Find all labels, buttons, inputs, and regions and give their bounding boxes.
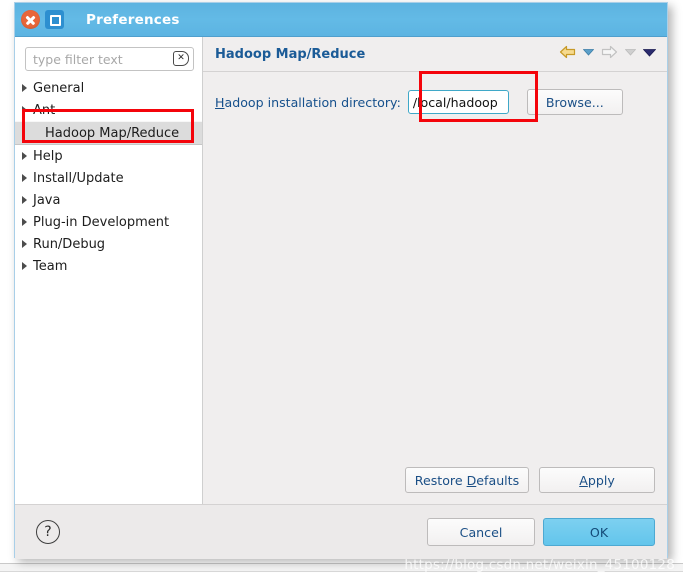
preference-page-header: Hadoop Map/Reduce [203,37,667,72]
dialog-footer: ? Cancel OK [15,504,667,559]
sidebar-item-java[interactable]: Java [15,189,202,211]
chevron-right-icon[interactable] [22,218,27,226]
sidebar-item-label: Install/Update [33,170,124,186]
preference-page-pane: Hadoop Map/Reduce Hadoop installation di… [203,37,667,504]
restore-after: efaults [476,472,520,488]
sidebar-item-label: Plug-in Development [33,214,170,230]
apply-button[interactable]: Apply [539,467,655,493]
chevron-right-icon[interactable] [22,84,27,92]
maximize-icon[interactable] [45,10,64,29]
sidebar-item-label: Run/Debug [33,236,106,252]
page-nav-toolbar [559,45,656,59]
page-action-buttons: Restore Defaults Apply [405,467,655,493]
sidebar-item-help[interactable]: Help [15,145,202,167]
cancel-button[interactable]: Cancel [427,518,535,546]
filter-field-wrapper: ✕ [25,47,194,71]
watermark: https://blog.csdn.net/weixin_45100128 [404,557,675,573]
sidebar-item-run-debug[interactable]: Run/Debug [15,233,202,255]
screenshot-root: Preferences ✕ General [0,0,683,577]
dialog-body: ✕ General Ant Hadoop Map/Reduce [15,37,667,504]
sidebar-item-label: Ant [33,102,56,118]
chevron-right-icon[interactable] [22,196,27,204]
page-title: Hadoop Map/Reduce [215,46,366,62]
forward-arrow-icon [601,45,618,59]
hadoop-install-dir-label: Hadoop installation directory: [215,95,401,110]
chevron-right-icon[interactable] [22,262,27,270]
hadoop-install-dir-input[interactable] [407,90,509,114]
forward-dropdown-icon [625,49,636,56]
back-arrow-icon[interactable] [559,45,576,59]
chevron-right-icon[interactable] [22,106,27,114]
dialog-titlebar: Preferences [15,3,667,37]
dialog-title: Preferences [86,11,180,28]
chevron-right-icon[interactable] [22,152,27,160]
clear-icon-glyph: ✕ [177,53,185,63]
clear-icon[interactable]: ✕ [173,51,189,66]
sidebar-item-label: General [33,80,85,96]
view-menu-dropdown-icon[interactable] [643,48,656,57]
sidebar-item-label: Team [33,258,68,274]
sidebar-item-hadoop-map-reduce[interactable]: Hadoop Map/Reduce [15,121,202,145]
restore-before: Restore [414,472,467,488]
hadoop-install-dir-row: Hadoop installation directory: Browse... [203,72,667,115]
sidebar-item-general[interactable]: General [15,77,202,99]
sidebar-item-ant[interactable]: Ant [15,99,202,121]
close-icon[interactable] [21,10,40,29]
browse-button[interactable]: Browse... [526,89,623,115]
chevron-right-icon[interactable] [22,174,27,182]
apply-mnemonic: A [579,472,588,488]
dialog-footer-buttons: Cancel OK [427,518,655,546]
help-icon-glyph: ? [44,524,52,540]
back-dropdown-icon[interactable] [583,48,594,56]
preferences-tree-pane: ✕ General Ant Hadoop Map/Reduce [15,37,203,504]
apply-after: pply [587,472,615,488]
search-input[interactable] [25,47,194,71]
preferences-dialog: Preferences ✕ General [14,2,668,559]
restore-defaults-button[interactable]: Restore Defaults [405,467,529,493]
sidebar-item-install-update[interactable]: Install/Update [15,167,202,189]
sidebar-item-team[interactable]: Team [15,255,202,277]
sidebar-item-plug-in-development[interactable]: Plug-in Development [15,211,202,233]
sidebar-item-label: Hadoop Map/Reduce [45,125,180,141]
ok-button[interactable]: OK [543,518,655,546]
restore-mnemonic: D [466,472,477,488]
label-rest: adoop installation directory: [224,94,401,110]
preferences-tree: General Ant Hadoop Map/Reduce Help Insta… [15,77,202,277]
help-icon[interactable]: ? [36,520,60,544]
chevron-right-icon[interactable] [22,240,27,248]
sidebar-item-label: Help [33,148,63,164]
sidebar-item-label: Java [33,192,61,208]
